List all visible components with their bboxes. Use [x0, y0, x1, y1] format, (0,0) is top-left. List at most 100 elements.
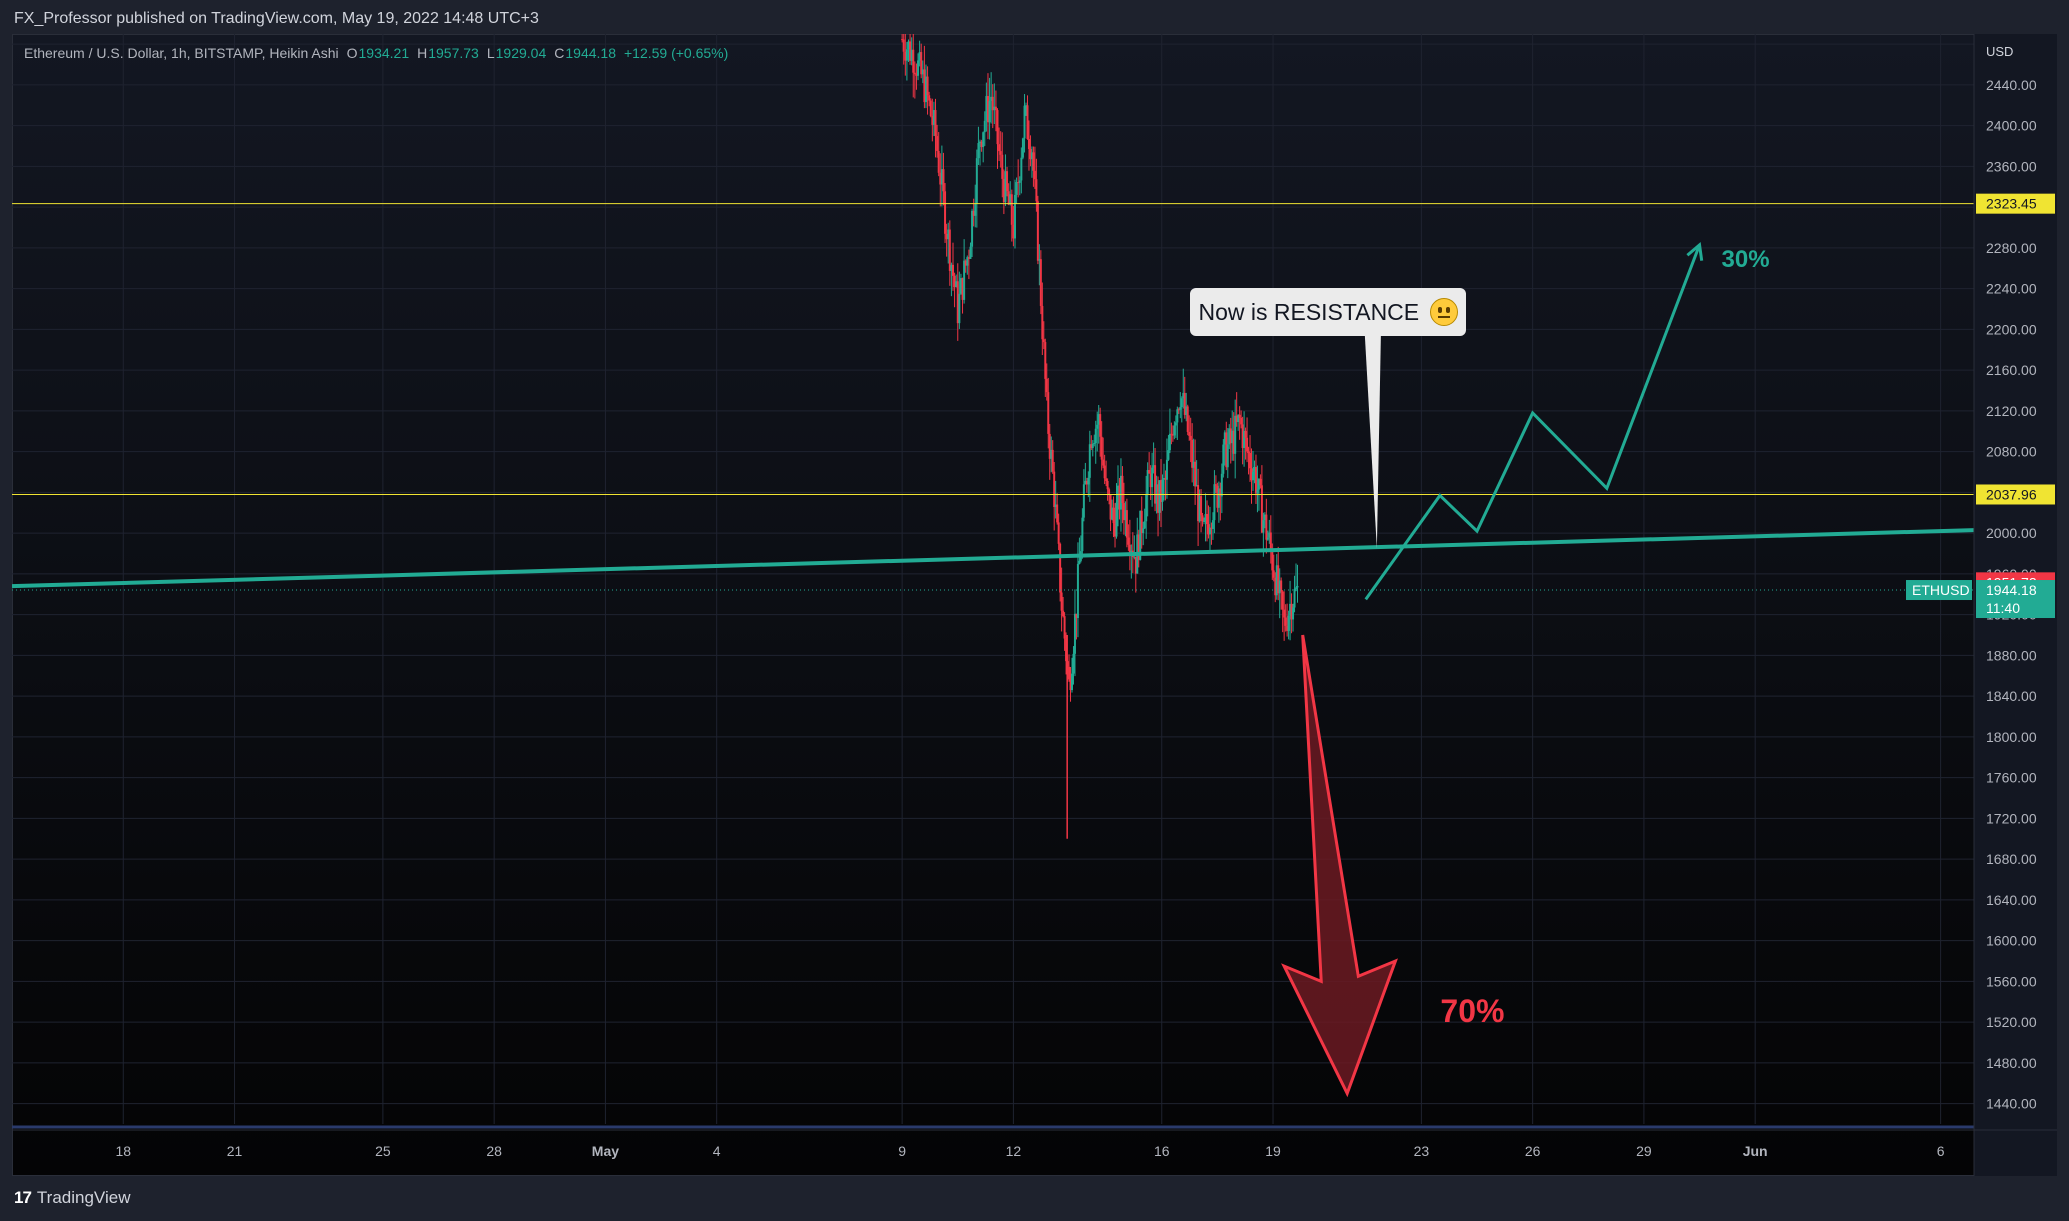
- candle-body: [929, 100, 932, 117]
- candle-body: [1281, 591, 1284, 610]
- candle-body: [1057, 522, 1060, 544]
- candle-body: [1035, 179, 1038, 202]
- candle-body: [1262, 520, 1265, 533]
- ohlc-open-value: 1934.21: [359, 45, 410, 61]
- candle-body: [1021, 138, 1024, 158]
- candle-body: [982, 132, 985, 148]
- candle-body: [1039, 259, 1042, 306]
- time-tick-label: 21: [227, 1143, 243, 1159]
- candle-body: [1284, 617, 1287, 626]
- resistance-callout[interactable]: Now is RESISTANCE: [1190, 288, 1466, 336]
- candle-body: [1214, 484, 1217, 486]
- candle-body: [996, 110, 999, 145]
- candle-body: [1206, 514, 1209, 525]
- time-tick-label: 18: [115, 1143, 131, 1159]
- candle-body: [1194, 461, 1197, 487]
- candle-body: [1121, 475, 1124, 504]
- candle-body: [1203, 520, 1206, 522]
- candle-body: [1240, 417, 1243, 425]
- candle-body: [944, 191, 947, 234]
- ohlc-high-label: H: [417, 45, 427, 61]
- candle-body: [1108, 489, 1111, 495]
- candle-body: [937, 150, 940, 173]
- candle-body: [1103, 465, 1106, 479]
- time-tick-label: 12: [1006, 1143, 1022, 1159]
- callout-text: Now is RESISTANCE: [1198, 299, 1420, 325]
- price-axis[interactable]: USD2440.002400.002360.002320.002280.0022…: [1906, 34, 2057, 1176]
- candle-body: [1189, 435, 1192, 440]
- candle-body: [1020, 157, 1023, 181]
- time-tick-label: 9: [898, 1143, 906, 1159]
- ohlc-open-label: O: [347, 45, 358, 61]
- candle-body: [994, 106, 997, 111]
- price-tick-label: 2440.00: [1986, 77, 2037, 93]
- last-price-tag-value: 1944.18: [1986, 582, 2037, 598]
- candle-body: [1188, 431, 1191, 436]
- level-price-tag-label: 2323.45: [1986, 196, 2037, 212]
- candle-body: [1099, 414, 1102, 437]
- candle-body: [963, 260, 966, 300]
- candle-body: [1238, 414, 1241, 418]
- candle-body: [1094, 428, 1097, 443]
- candle-body: [1161, 479, 1164, 503]
- ohlc-high-value: 1957.73: [428, 45, 479, 61]
- candle-body: [1143, 521, 1146, 529]
- candle-body: [913, 72, 916, 75]
- candle-body: [1106, 480, 1109, 490]
- candle-body: [1018, 180, 1021, 183]
- price-tick-label: 2120.00: [1986, 403, 2037, 419]
- candle-body: [1200, 496, 1203, 516]
- time-tick-label: 16: [1154, 1143, 1170, 1159]
- candle-body: [1041, 305, 1044, 340]
- horizontal-levels[interactable]: [12, 203, 1974, 495]
- candle-body: [1076, 563, 1079, 619]
- price-tick-label: 1680.00: [1986, 851, 2037, 867]
- candle-body: [1249, 453, 1252, 469]
- tradingview-logo[interactable]: 17 TradingView: [14, 1188, 130, 1208]
- candle-body: [1186, 406, 1189, 432]
- price-tick-label: 2240.00: [1986, 281, 2037, 297]
- time-tick-label: 6: [1937, 1143, 1945, 1159]
- candle-body: [1179, 407, 1182, 410]
- price-tick-label: 1520.00: [1986, 1014, 2037, 1030]
- candle-body: [1287, 615, 1290, 631]
- candle-body: [1073, 613, 1076, 654]
- candle-body: [1100, 436, 1103, 460]
- candle-body: [1167, 450, 1170, 460]
- candle-body: [1213, 484, 1216, 521]
- bullish-percent-label: 30%: [1722, 246, 1770, 273]
- candle-body: [1251, 471, 1254, 481]
- candle-body: [1087, 477, 1090, 485]
- candle-body: [1088, 444, 1091, 478]
- symbol-legend: Ethereum / U.S. Dollar, 1h, BITSTAMP, He…: [24, 45, 728, 61]
- candle-body: [1068, 666, 1071, 680]
- candle-body: [1026, 105, 1029, 139]
- candle-body: [934, 110, 937, 137]
- tradingview-logo-text: TradingView: [36, 1188, 131, 1207]
- trendline-layer[interactable]: [12, 528, 1975, 591]
- support-trendline: [12, 528, 1975, 589]
- candle-body: [1283, 609, 1286, 618]
- price-tick-label: 1480.00: [1986, 1055, 2037, 1071]
- price-chart[interactable]: 30%70% USD2440.002400.002360.002320.0022…: [12, 34, 2057, 1176]
- price-tick-label: 2160.00: [1986, 362, 2037, 378]
- candle-body: [1259, 478, 1262, 486]
- candle-body: [1211, 520, 1214, 529]
- candle-body: [1296, 585, 1299, 588]
- symbol-title: Ethereum / U.S. Dollar, 1h, BITSTAMP, He…: [24, 45, 339, 61]
- candle-body: [999, 151, 1002, 155]
- chart-grid: [12, 34, 1974, 1129]
- candle-body: [1271, 549, 1274, 571]
- candle-body: [1056, 504, 1059, 523]
- time-tick-label: 25: [375, 1143, 391, 1159]
- time-axis[interactable]: 18 21 25 28 May 4 9 12 16 19 23 26 29 Jun 6: [12, 1129, 2057, 1159]
- candle-body: [936, 136, 939, 151]
- candle-body: [1222, 444, 1225, 474]
- candle-body: [942, 169, 945, 192]
- drawings-layer[interactable]: 30% 70%: [1281, 241, 1770, 1098]
- candle-body: [912, 49, 915, 73]
- ohlc-close-value: 1944.18: [565, 45, 616, 61]
- candle-body: [1146, 470, 1149, 494]
- candle-body: [1174, 422, 1177, 426]
- time-tick-label: 19: [1265, 1143, 1281, 1159]
